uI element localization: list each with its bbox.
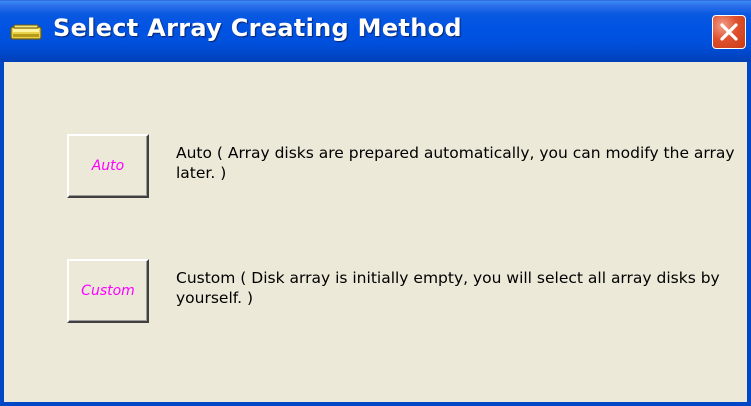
auto-button[interactable]: Auto bbox=[67, 134, 149, 198]
window-border-right bbox=[747, 62, 751, 406]
window-border-left bbox=[0, 62, 4, 406]
custom-description: Custom ( Disk array is initially empty, … bbox=[176, 269, 720, 307]
title-bar[interactable]: Select Array Creating Method bbox=[0, 0, 751, 62]
window-title: Select Array Creating Method bbox=[53, 14, 462, 42]
disk-array-icon bbox=[10, 24, 44, 42]
custom-button[interactable]: Custom bbox=[67, 259, 149, 323]
window-border-bottom bbox=[0, 402, 751, 406]
close-button[interactable] bbox=[712, 15, 746, 49]
dialog-window: Select Array Creating Method Auto Auto (… bbox=[0, 0, 751, 406]
auto-description: Auto ( Array disks are prepared automati… bbox=[176, 144, 735, 182]
close-icon bbox=[720, 23, 738, 41]
